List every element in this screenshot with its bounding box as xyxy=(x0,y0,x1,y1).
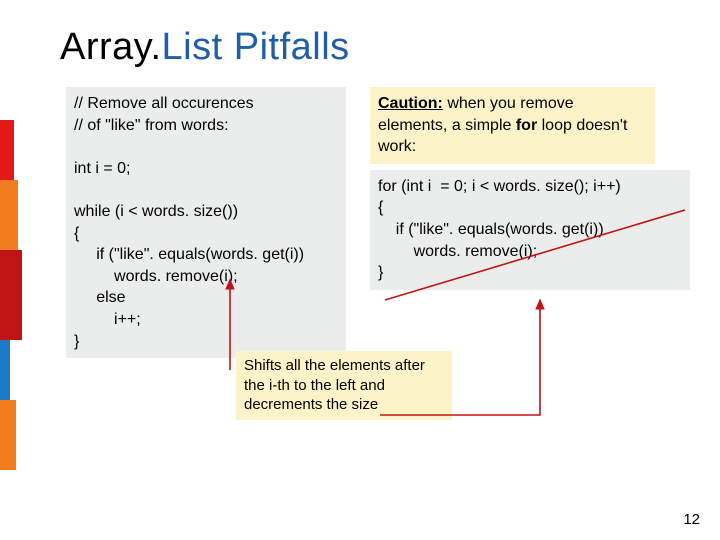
title-prefix: Array. xyxy=(60,26,162,68)
caution-box: Caution: when you remove elements, a sim… xyxy=(370,87,655,164)
page-number: 12 xyxy=(683,511,700,528)
caution-for: for xyxy=(516,117,537,134)
caution-label: Caution: xyxy=(378,95,443,112)
slide-title: Array.List Pitfalls xyxy=(60,26,676,69)
left-code-text: // Remove all occurences // of "like" fr… xyxy=(74,95,304,350)
slide-body: Array.List Pitfalls // Remove all occure… xyxy=(0,0,720,540)
note-box: Shifts all the elements after the i-th t… xyxy=(236,351,452,420)
right-code-text: for (int i = 0; i < words. size(); i++) … xyxy=(378,178,621,281)
right-column: Caution: when you remove elements, a sim… xyxy=(370,87,700,290)
title-suffix: Pitfalls xyxy=(223,26,350,68)
note-text: Shifts all the elements after the i-th t… xyxy=(244,357,425,413)
right-code-block: for (int i = 0; i < words. size(); i++) … xyxy=(370,170,690,290)
left-column: // Remove all occurences // of "like" fr… xyxy=(66,87,356,358)
title-mid: List xyxy=(162,26,223,68)
left-code-block: // Remove all occurences // of "like" fr… xyxy=(66,87,346,358)
